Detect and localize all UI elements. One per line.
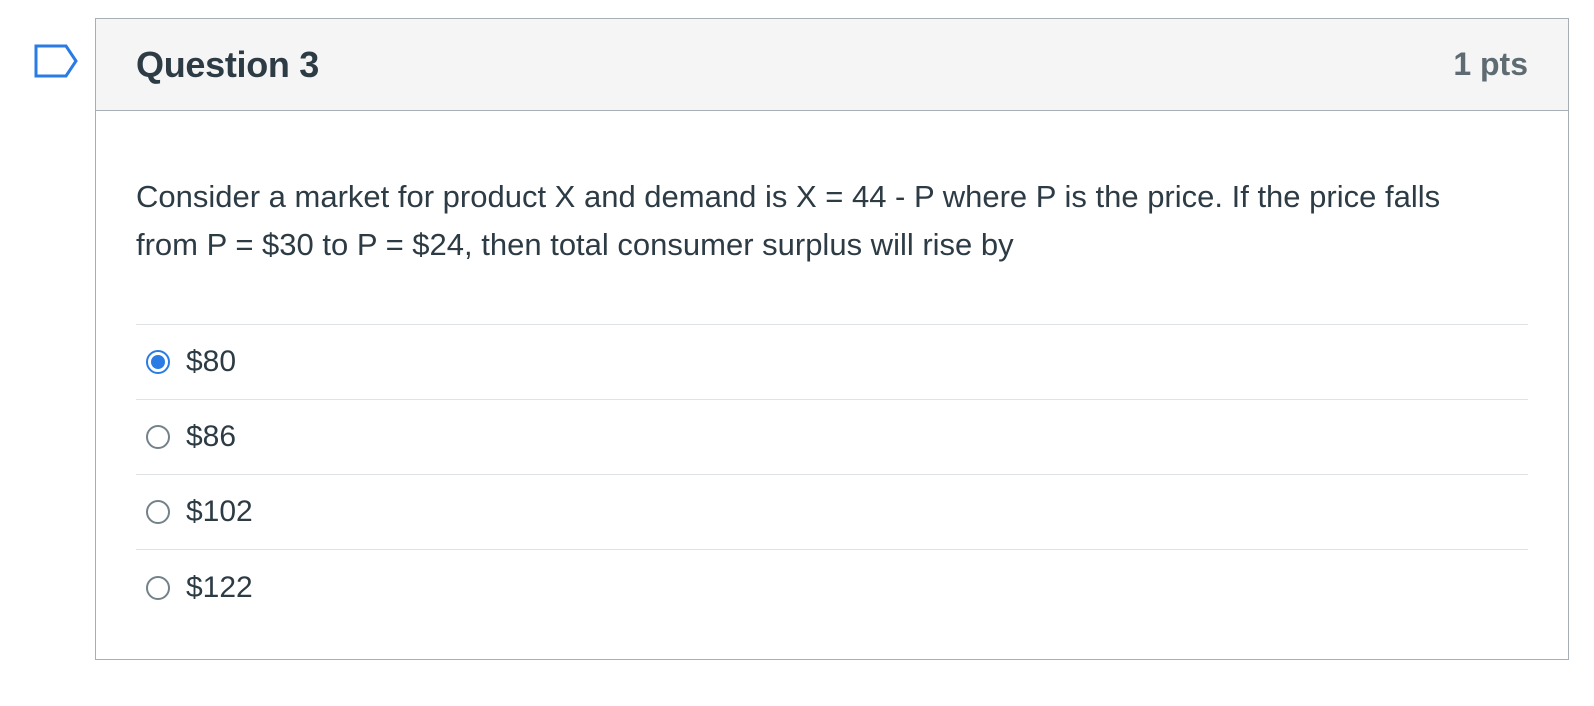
flag-question-icon[interactable] [34,44,78,78]
answer-label: $122 [186,570,253,604]
radio-button[interactable] [146,575,170,600]
question-card: Question 3 1 pts Consider a market for p… [95,18,1569,660]
answer-label: $80 [186,345,237,378]
question-points: 1 pts [1453,46,1528,82]
answer-option[interactable]: $80 [136,325,1528,400]
question-title: Question 3 [136,43,320,85]
quiz-page: Question 3 1 pts Consider a market for p… [0,0,1594,706]
answer-label: $102 [186,495,253,528]
radio-button[interactable] [146,425,170,449]
answer-option[interactable]: $102 [136,475,1528,550]
question-text: Consider a market for product X and dema… [136,179,1441,262]
question-body: Consider a market for product X and dema… [96,111,1568,625]
answer-list: $80 $86 $102 $122 [136,324,1528,625]
answer-option[interactable]: $86 [136,400,1528,475]
answer-label: $86 [186,420,237,453]
answer-option[interactable]: $122 [136,550,1528,625]
radio-button[interactable] [146,500,170,524]
radio-button-selected[interactable] [146,350,170,374]
question-header: Question 3 1 pts [96,19,1568,111]
